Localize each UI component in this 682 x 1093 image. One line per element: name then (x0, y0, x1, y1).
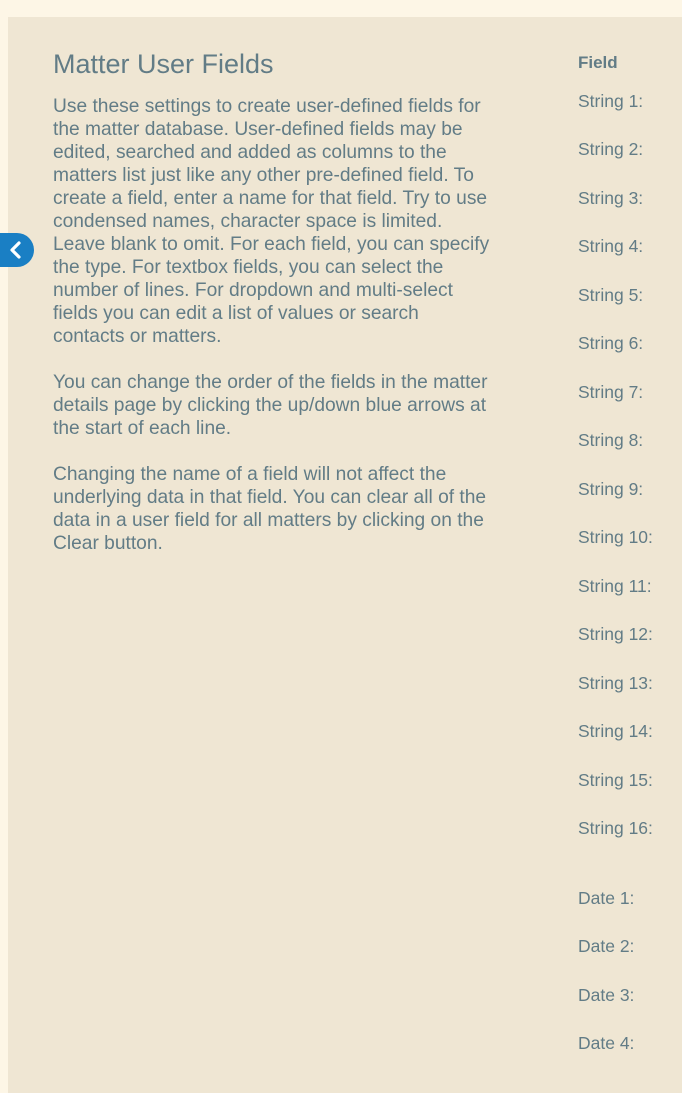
field-label-string-7: String 7: (578, 382, 644, 402)
field-label-string-8: String 8: (578, 430, 644, 450)
field-label-string-1: String 1: (578, 91, 644, 111)
field-label-string-16: String 16: (578, 818, 653, 838)
field-label-date-1: Date 1: (578, 888, 635, 908)
field-label-string-2: String 2: (578, 139, 644, 159)
field-label-string-12: String 12: (578, 624, 653, 644)
field-label-string-3: String 3: (578, 188, 644, 208)
field-label-string-14: String 14: (578, 721, 653, 741)
field-label-string-10: String 10: (578, 527, 653, 547)
field-label-string-11: String 11: (578, 576, 652, 596)
field-label-date-2: Date 2: (578, 936, 635, 956)
description-paragraph: You can change the order of the fields i… (53, 372, 488, 439)
chevron-left-icon (9, 241, 23, 259)
page-title: Matter User Fields (53, 49, 274, 79)
field-label-string-13: String 13: (578, 673, 653, 693)
field-label-string-6: String 6: (578, 333, 644, 353)
settings-panel: Matter User Fields Use these settings to… (8, 17, 682, 1093)
field-label-string-5: String 5: (578, 285, 644, 305)
field-label-date-4: Date 4: (578, 1033, 635, 1053)
description-paragraph: Use these settings to create user-define… (53, 96, 490, 347)
field-label-date-3: Date 3: (578, 985, 635, 1005)
sidebar-toggle-button[interactable] (0, 233, 34, 267)
field-label-string-4: String 4: (578, 236, 644, 256)
description-paragraph: Changing the name of a field will not af… (53, 464, 487, 554)
description-column: Matter User Fields Use these settings to… (53, 47, 493, 578)
field-column-header: Field (578, 53, 618, 72)
field-label-string-15: String 15: (578, 770, 653, 790)
field-label-string-9: String 9: (578, 479, 644, 499)
